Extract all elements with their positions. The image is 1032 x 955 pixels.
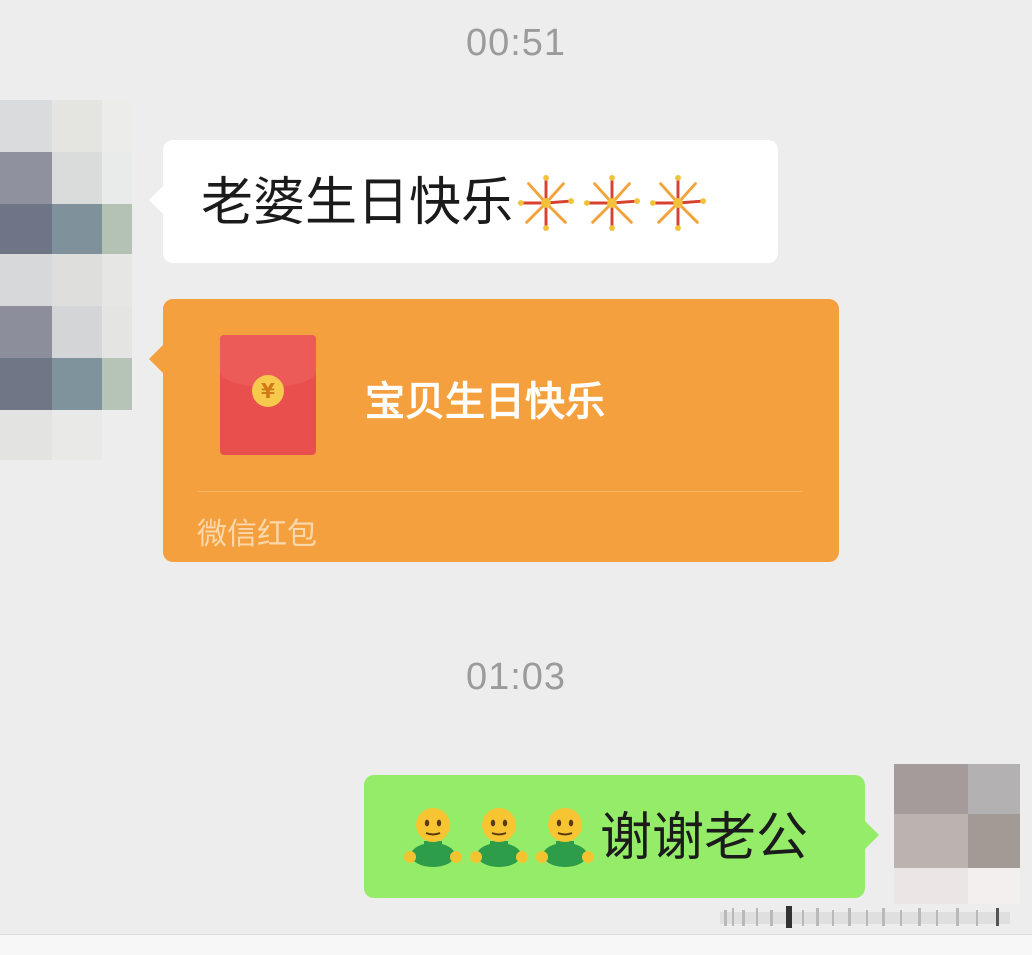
- input-bar-edge: [0, 934, 1032, 955]
- person-shrug-icon: [536, 808, 594, 867]
- timestamp: 00:51: [465, 22, 567, 64]
- watermark: [720, 906, 1010, 928]
- red-packet-message: 宝贝生日快乐: [365, 379, 605, 425]
- incoming-message-bubble[interactable]: 老婆生日快乐: [149, 140, 778, 263]
- person-shrug-icon: [404, 808, 462, 867]
- fireworks-icon: [583, 174, 641, 232]
- red-packet-icon: ¥: [220, 335, 316, 455]
- divider: [197, 491, 803, 492]
- yuan-coin-icon: ¥: [252, 375, 284, 407]
- timestamp: 01:03: [465, 656, 567, 698]
- red-packet-bubble[interactable]: ¥ 宝贝生日快乐 微信红包: [149, 299, 839, 562]
- person-shrug-icon: [470, 808, 528, 867]
- sender-avatar[interactable]: [0, 100, 132, 460]
- red-packet-label: 微信红包: [197, 517, 317, 552]
- chat-view: 00:51 老婆生日快乐 ¥ 宝贝生日快乐 微信红包 01:03 谢谢老公: [0, 0, 1032, 955]
- fireworks-icon: [517, 174, 575, 232]
- outgoing-message-bubble[interactable]: 谢谢老公: [364, 775, 879, 898]
- message-text: 老婆生日快乐: [201, 173, 514, 233]
- fireworks-icon: [649, 174, 707, 232]
- self-avatar[interactable]: [894, 764, 1020, 904]
- message-text: 谢谢老公: [600, 808, 809, 868]
